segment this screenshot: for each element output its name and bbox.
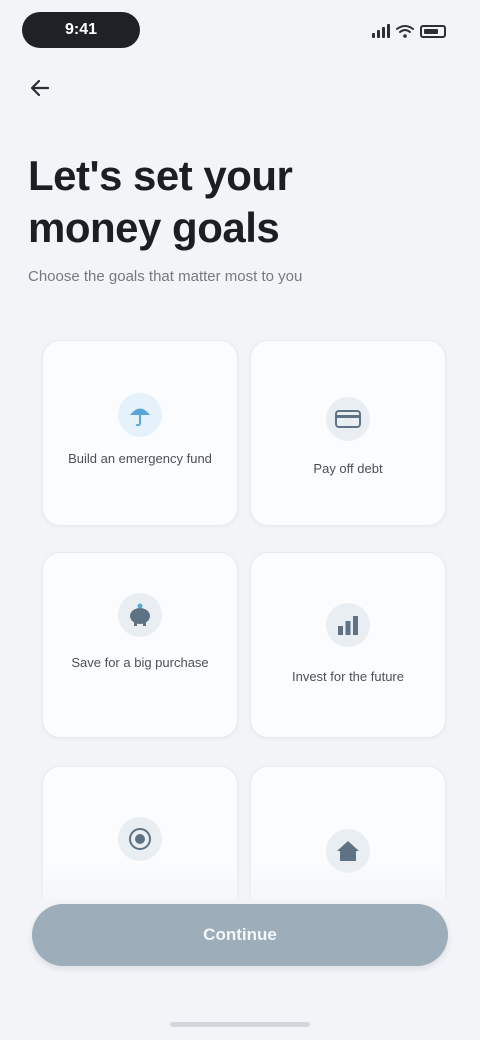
arrow-left-icon — [30, 79, 50, 97]
page-subtitle: Choose the goals that matter most to you — [28, 268, 303, 285]
goal-label: Invest for the future — [291, 669, 404, 684]
continue-button[interactable]: Continue — [32, 904, 448, 966]
chart-icon — [326, 603, 370, 647]
goal-card-emergency-fund[interactable]: Build an emergency fund — [42, 340, 238, 526]
goal-label: Pay off debt — [313, 461, 383, 476]
status-icons — [372, 20, 446, 42]
back-button[interactable] — [22, 70, 58, 106]
piggy-bank-icon — [118, 593, 162, 637]
goal-label: Save for a big purchase — [71, 655, 209, 670]
status-time: 9:41 — [22, 12, 140, 48]
status-bar: 9:41 — [0, 0, 480, 64]
umbrella-icon — [118, 393, 162, 437]
goal-label: Build an emergency fund — [68, 451, 212, 466]
page-title: Let's set your money goals — [28, 152, 293, 251]
target-icon — [118, 817, 162, 861]
credit-card-icon — [326, 397, 370, 441]
goal-card-pay-off-debt[interactable]: Pay off debt — [250, 340, 446, 526]
cellular-signal-icon — [372, 24, 390, 38]
home-indicator — [170, 1022, 310, 1027]
wifi-icon — [396, 25, 414, 38]
goal-card-big-purchase[interactable]: Save for a big purchase — [42, 552, 238, 738]
goal-card-invest[interactable]: Invest for the future — [250, 552, 446, 738]
goal-grid: Build an emergency fund Pay off debt Sav… — [30, 330, 452, 900]
battery-icon — [420, 24, 446, 38]
